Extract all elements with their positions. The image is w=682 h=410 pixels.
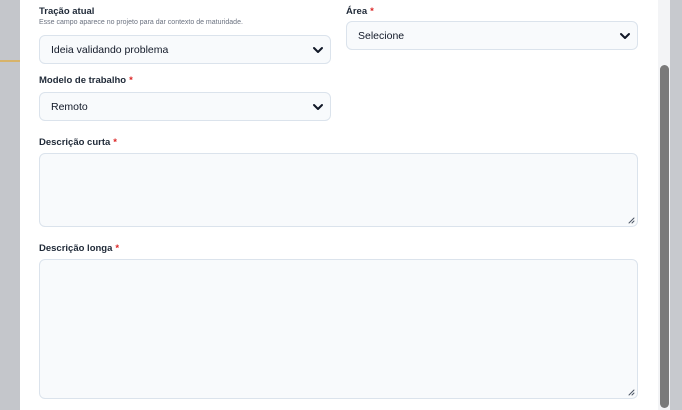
descricao-curta-field: Descrição curta * — [39, 137, 117, 149]
tracao-field: Tração atual Esse campo aparece no proje… — [39, 6, 243, 27]
descricao-longa-label-text: Descrição longa — [39, 243, 113, 254]
chevron-down-icon — [620, 32, 630, 39]
descricao-longa-label: Descrição longa * — [39, 243, 119, 255]
modelo-field: Modelo de trabalho * — [39, 75, 133, 87]
required-mark: * — [113, 137, 117, 148]
modelo-select-value: Remoto — [51, 100, 88, 113]
area-field: Área * — [346, 6, 374, 18]
area-label: Área * — [346, 6, 374, 18]
chevron-down-icon — [313, 46, 323, 53]
required-mark: * — [115, 243, 120, 254]
required-mark: * — [129, 75, 133, 86]
descricao-longa-field: Descrição longa * — [39, 243, 119, 255]
area-select[interactable]: Selecione — [346, 21, 638, 50]
tracao-label: Tração atual — [39, 6, 243, 18]
resize-grip-icon[interactable] — [628, 217, 635, 224]
tracao-select-value: Ideia validando problema — [51, 43, 169, 56]
modelo-label: Modelo de trabalho * — [39, 75, 133, 87]
descricao-curta-label: Descrição curta * — [39, 137, 117, 149]
required-mark: * — [370, 6, 374, 17]
backdrop-right — [670, 0, 682, 410]
modelo-select[interactable]: Remoto — [39, 92, 331, 121]
scrollbar-thumb[interactable] — [660, 65, 669, 408]
area-label-text: Área — [346, 6, 368, 17]
modal-panel: Tração atual Esse campo aparece no proje… — [20, 0, 660, 410]
descricao-curta-label-text: Descrição curta — [39, 137, 111, 148]
modelo-label-text: Modelo de trabalho — [39, 75, 127, 86]
tracao-help-text: Esse campo aparece no projeto para dar c… — [39, 19, 243, 26]
resize-grip-icon[interactable] — [628, 389, 635, 396]
descricao-longa-textarea[interactable] — [39, 259, 638, 399]
backdrop-accent — [0, 60, 20, 62]
area-select-value: Selecione — [358, 29, 405, 42]
tracao-label-text: Tração atual — [39, 6, 95, 17]
descricao-curta-textarea[interactable] — [39, 153, 638, 227]
tracao-select[interactable]: Ideia validando problema — [39, 35, 331, 64]
chevron-down-icon — [313, 103, 323, 110]
